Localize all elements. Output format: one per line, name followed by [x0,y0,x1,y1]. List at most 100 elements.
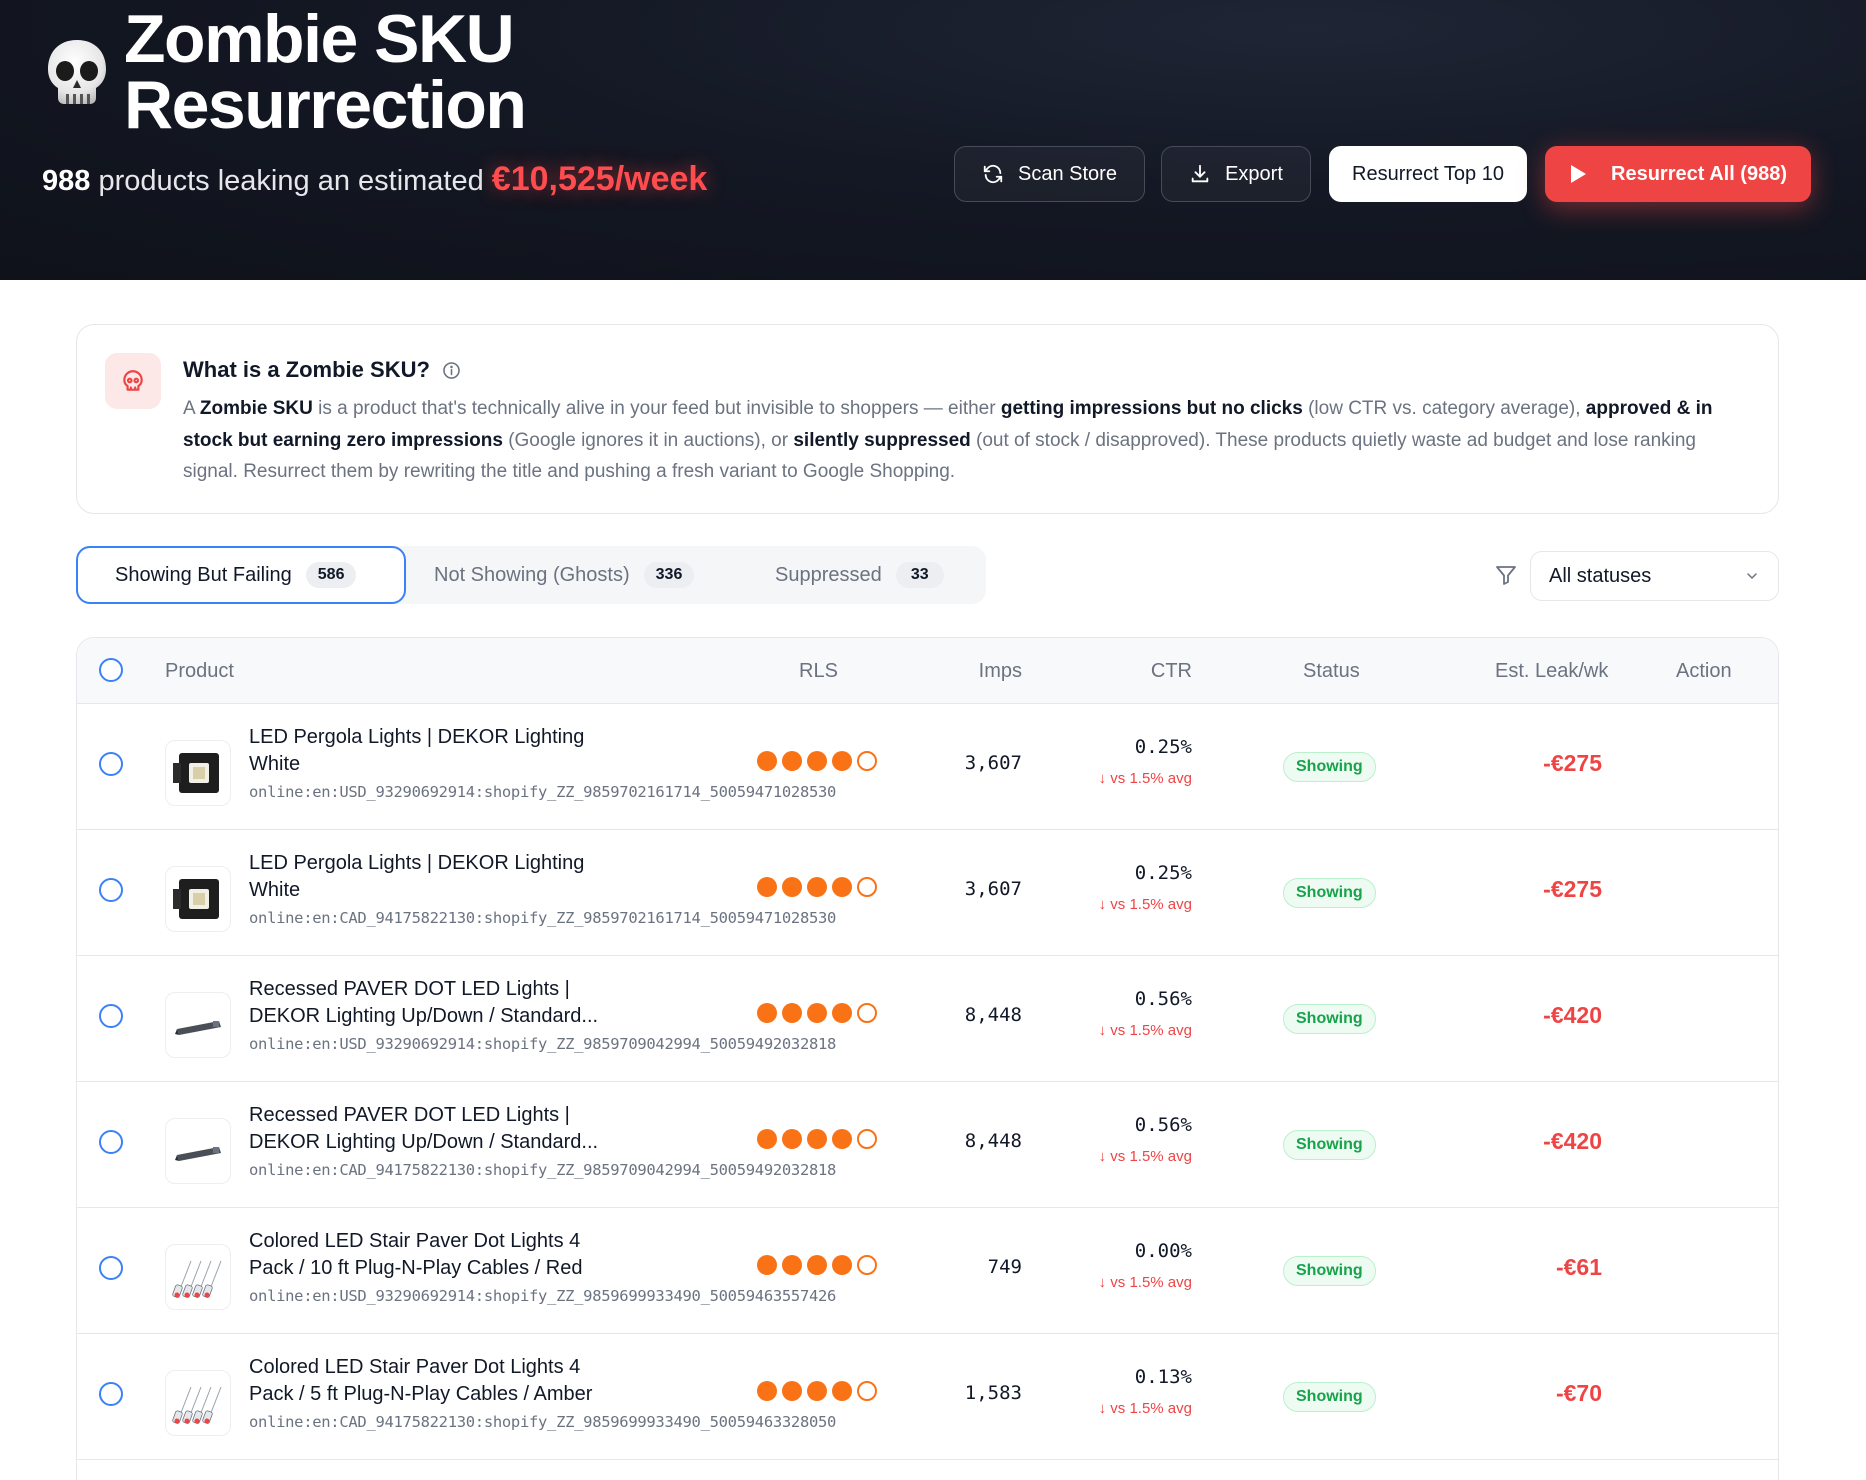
rls-dot [757,877,777,897]
impressions-value: 3,607 [964,878,1022,900]
status-filter-value: All statuses [1549,564,1652,587]
row-select-checkbox[interactable] [99,878,123,902]
product-name[interactable]: Colored LED Stair Paver Dot Lights 4 Pac… [249,1354,629,1408]
product-id: online:en:USD_93290692914:shopify_ZZ_985… [249,1035,837,1053]
ctr-comparison: ↓ vs 1.5% avg [1099,770,1192,787]
export-button[interactable]: Export [1161,146,1311,202]
rls-dot [807,1129,827,1149]
rls-dot [857,877,877,897]
status-badge: Showing [1283,1130,1376,1160]
rls-dot [782,1381,802,1401]
rls-rating [757,1003,877,1023]
table-row[interactable]: LED Pergola Lights | DEKOR Lighting Whit… [77,704,1778,830]
tab-suppressed[interactable]: Suppressed 33 [775,546,944,604]
rls-dot [782,1129,802,1149]
explainer-bold-1: Zombie SKU [199,398,313,419]
arrow-down-icon: ↓ [1098,1148,1111,1165]
ctr-comparison-text: vs 1.5% avg [1110,770,1192,787]
ctr-value: 0.56% [1134,1114,1192,1136]
explainer-body: A Zombie SKU is a product that's technic… [183,393,1743,488]
rls-dot [857,1129,877,1149]
table-row[interactable]: Colored LED Stair Paver Dot Lights 4 Pac… [77,1208,1778,1334]
status-badge: Showing [1283,752,1376,782]
info-icon[interactable] [442,361,461,380]
resurrect-top-10-button[interactable]: Resurrect Top 10 [1329,146,1527,202]
weekly-leak-value: -€420 [1543,1128,1602,1154]
row-select-checkbox[interactable] [99,1130,123,1154]
product-name[interactable]: LED Pergola Lights | DEKOR Lighting Whit… [249,724,629,778]
product-name[interactable]: LED Pergola Lights | DEKOR Lighting Whit… [249,850,629,904]
resurrect-all-button[interactable]: Resurrect All (988) [1545,146,1811,202]
leak-summary: 988 products leaking an estimated €10,52… [42,160,707,199]
column-header-product[interactable]: Product [165,660,234,683]
product-thumbnail [165,1118,231,1184]
rls-dot [757,751,777,771]
rls-dot [782,1003,802,1023]
arrow-down-icon: ↓ [1098,1400,1111,1417]
ctr-comparison: ↓ vs 1.5% avg [1099,1274,1192,1291]
rls-dot [757,1129,777,1149]
column-header-rls[interactable]: RLS [799,660,838,683]
tab-showing-but-failing[interactable]: Showing But Failing 586 [76,546,406,604]
weekly-leak-value: -€275 [1543,876,1602,902]
rls-dot [782,1255,802,1275]
table-header: Product RLS Imps CTR Status Est. Leak/wk… [77,638,1778,704]
rls-dot [857,1381,877,1401]
column-header-imps[interactable]: Imps [979,660,1022,683]
product-name[interactable]: Recessed PAVER DOT LED Lights | DEKOR Li… [249,976,629,1030]
product-id: online:en:USD_93290692914:shopify_ZZ_985… [249,783,837,801]
zombie-sku-table: Product RLS Imps CTR Status Est. Leak/wk… [76,637,1779,1480]
row-select-checkbox[interactable] [99,1256,123,1280]
product-thumbnail [165,866,231,932]
impressions-value: 8,448 [964,1004,1022,1026]
scan-store-button[interactable]: Scan Store [954,146,1145,202]
rls-rating [757,1255,877,1275]
weekly-leak-value: -€70 [1555,1380,1602,1406]
stair-lights-image [172,1260,222,1298]
table-row[interactable]: Recessed PAVER DOT LED Lights | DEKOR Li… [77,956,1778,1082]
product-thumbnail [165,740,231,806]
explainer-text-2: is a product that's technically alive in… [312,398,1001,419]
ctr-value: 0.25% [1134,736,1192,758]
status-badge: Showing [1283,878,1376,908]
rls-dot [832,1255,852,1275]
rls-dot [832,1129,852,1149]
stair-lights-image [172,1386,222,1424]
arrow-down-icon: ↓ [1098,896,1111,913]
rls-dot [807,1381,827,1401]
weekly-leak-value: -€275 [1543,750,1602,776]
weekly-leak-value: -€61 [1555,1254,1602,1280]
rls-dot [757,1381,777,1401]
arrow-down-icon: ↓ [1098,1274,1111,1291]
pergola-light-image [173,879,219,919]
row-select-checkbox[interactable] [99,1004,123,1028]
row-select-checkbox[interactable] [99,1382,123,1406]
rls-dot [832,751,852,771]
table-row[interactable]: Colored LED Stair Paver Dot Lights 4 Pac… [77,1334,1778,1460]
tab-not-showing-ghosts[interactable]: Not Showing (Ghosts) 336 [434,546,695,604]
status-badge: Showing [1283,1382,1376,1412]
rls-dot [782,877,802,897]
tab-label: Suppressed [775,563,882,586]
product-id: online:en:CAD_94175822130:shopify_ZZ_985… [249,909,837,927]
rls-dot [807,1255,827,1275]
product-id: online:en:CAD_94175822130:shopify_ZZ_985… [249,1161,837,1179]
ctr-comparison: ↓ vs 1.5% avg [1099,896,1192,913]
row-select-checkbox[interactable] [99,752,123,776]
product-thumbnail [165,992,231,1058]
select-all-checkbox[interactable] [99,658,123,682]
column-header-status[interactable]: Status [1303,660,1360,683]
product-name[interactable]: Colored LED Stair Paver Dot Lights 4 Pac… [249,1228,629,1282]
column-header-ctr[interactable]: CTR [1151,660,1192,683]
rls-dot [807,1003,827,1023]
table-row[interactable]: LED Pergola Lights | DEKOR Lighting Whit… [77,830,1778,956]
zombie-sku-explainer: What is a Zombie SKU? A Zombie SKU is a … [76,324,1779,514]
ctr-value: 0.13% [1134,1366,1192,1388]
table-row[interactable]: Recessed PAVER DOT LED Lights | DEKOR Li… [77,1082,1778,1208]
resurrect-all-label: Resurrect All (988) [1611,162,1787,185]
refresh-icon [983,164,1003,184]
column-header-leak[interactable]: Est. Leak/wk [1495,660,1608,683]
rls-dot [832,1003,852,1023]
product-name[interactable]: Recessed PAVER DOT LED Lights | DEKOR Li… [249,1102,629,1156]
status-filter-select[interactable]: All statuses [1530,551,1779,601]
